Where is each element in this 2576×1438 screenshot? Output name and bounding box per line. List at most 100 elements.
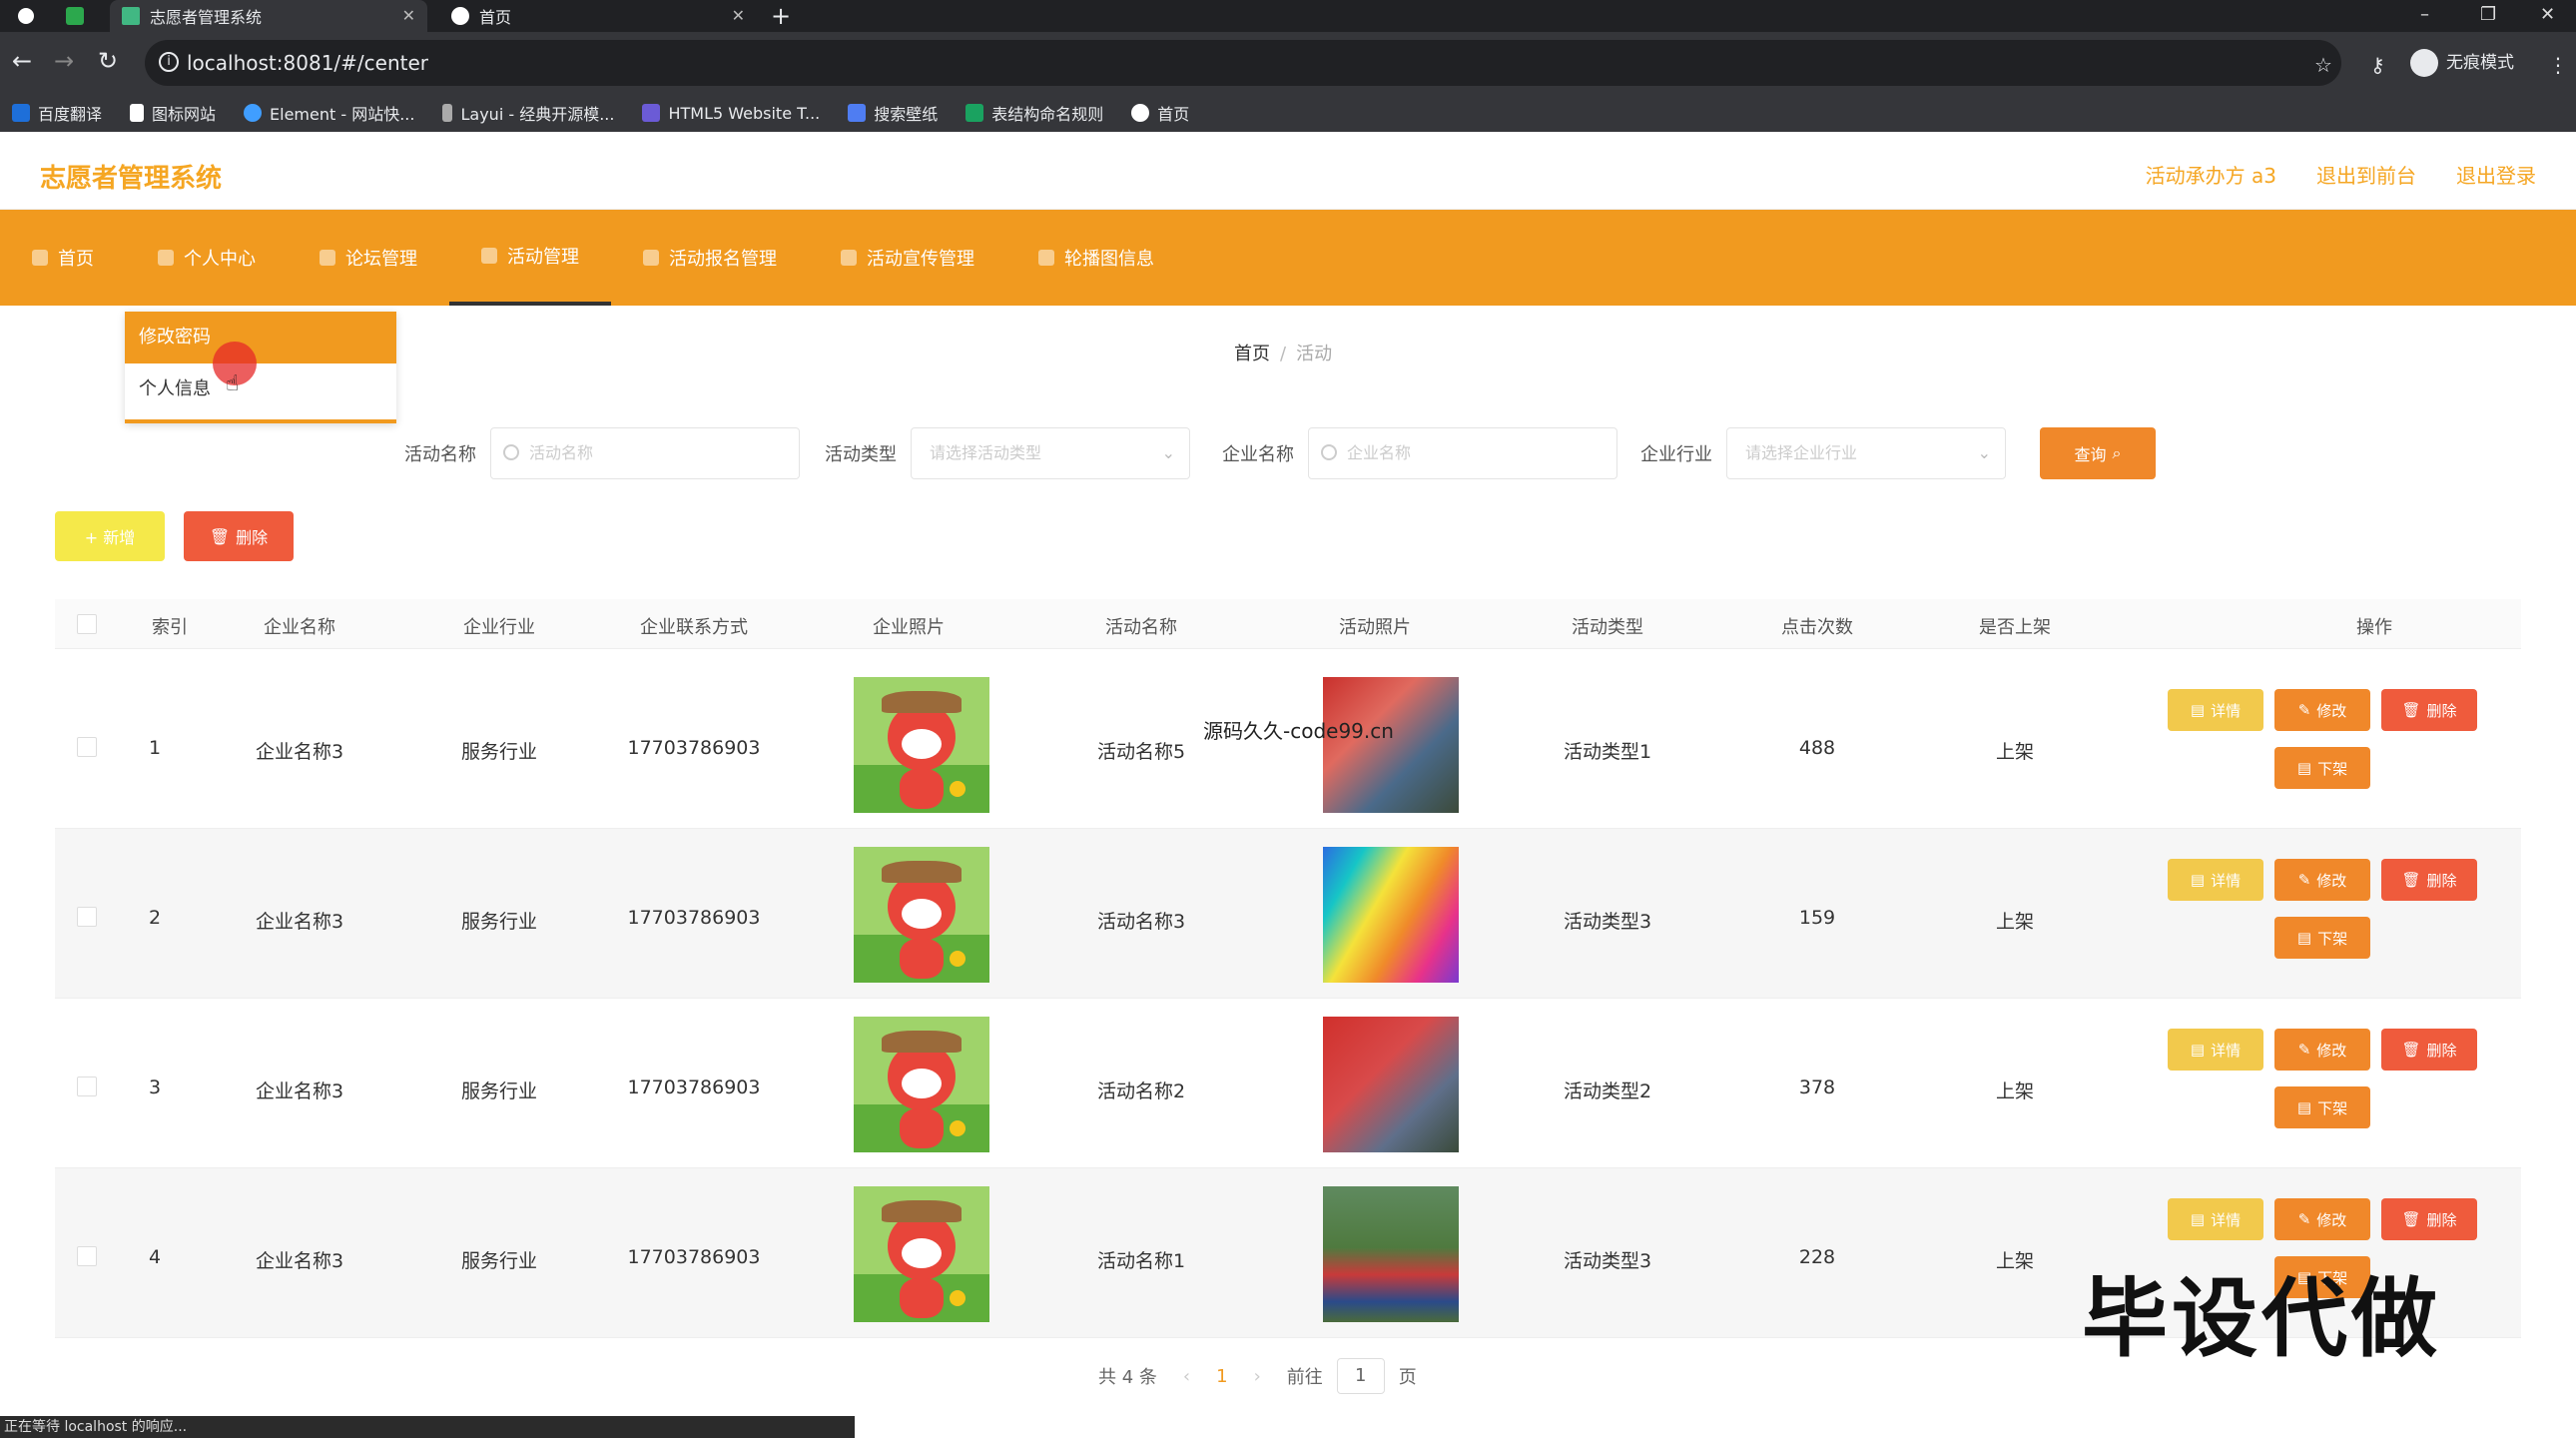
company-photo[interactable] <box>854 1186 989 1322</box>
delete-button[interactable]: 🗑 删除 <box>2381 689 2477 731</box>
activity-photo[interactable] <box>1323 1017 1459 1152</box>
new-tab-button[interactable]: + <box>771 0 791 32</box>
company-photo[interactable] <box>854 1017 989 1152</box>
close-tab-icon[interactable]: ✕ <box>732 6 745 25</box>
row-activity-type: 活动类型3 <box>1563 911 1652 933</box>
activity-type-select[interactable]: 请选择活动类型 ⌄ <box>911 427 1190 479</box>
edit-button[interactable]: ✎ 修改 <box>2274 859 2370 901</box>
select-all-checkbox[interactable] <box>77 614 97 634</box>
delete-button[interactable]: 🗑 删除 <box>2381 859 2477 901</box>
detail-button[interactable]: ▤ 详情 <box>2168 1029 2263 1071</box>
nav-item-home[interactable]: 首页 <box>0 210 126 306</box>
delete-button[interactable]: 🗑 删除 <box>2381 1198 2477 1240</box>
more-menu-icon[interactable]: ⋮ <box>2548 50 2568 80</box>
nav-item-forum[interactable]: 论坛管理 <box>288 210 449 306</box>
wallpaper-icon <box>848 104 867 122</box>
company-photo[interactable] <box>854 847 989 983</box>
star-icon[interactable]: ☆ <box>2314 50 2332 80</box>
company-industry-select[interactable]: 请选择企业行业 ⌄ <box>1726 427 2006 479</box>
nav-item-promotion[interactable]: 活动宣传管理 <box>809 210 1006 306</box>
chick-shape <box>950 951 966 967</box>
detail-button[interactable]: ▤ 详情 <box>2168 859 2263 901</box>
nav-item-activity[interactable]: 活动管理 <box>449 210 611 306</box>
close-window-icon[interactable]: ✕ <box>2540 0 2555 32</box>
bookmark-item[interactable]: HTML5 Website T... <box>642 104 820 123</box>
minimize-icon[interactable]: – <box>2420 0 2429 32</box>
row-checkbox[interactable] <box>77 907 97 927</box>
bookmark-item[interactable]: 搜索壁纸 <box>848 101 938 125</box>
unlist-button[interactable]: ▤ 下架 <box>2274 917 2370 959</box>
breadcrumb: 首页 / 活动 <box>1234 340 1332 365</box>
activity-photo[interactable] <box>1323 677 1459 813</box>
doc-icon: ▤ <box>2190 871 2206 889</box>
row-checkbox[interactable] <box>77 1077 97 1096</box>
row-listed: 上架 <box>1995 741 2034 763</box>
sheets-app-icon[interactable] <box>66 0 90 32</box>
translate-icon <box>12 104 30 122</box>
bookmark-item[interactable]: 表结构命名规则 <box>966 101 1103 125</box>
nav-item-profile-center[interactable]: 个人中心 <box>126 210 288 306</box>
activity-name-input[interactable]: 活动名称 <box>490 427 800 479</box>
detail-button[interactable]: ▤ 详情 <box>2168 689 2263 731</box>
edit-button[interactable]: ✎ 修改 <box>2274 689 2370 731</box>
browser-menu-icon[interactable] <box>18 0 42 32</box>
personal-info-item[interactable]: 个人信息 <box>125 363 396 415</box>
col-activity-type: 活动类型 <box>1572 617 1643 638</box>
current-user-link[interactable]: 活动承办方 a3 <box>2146 160 2276 189</box>
activity-photo[interactable] <box>1323 847 1459 983</box>
row-checkbox[interactable] <box>77 737 97 757</box>
registration-icon <box>643 250 659 266</box>
goto-label: 前往 <box>1286 1367 1323 1388</box>
breadcrumb-current: 活动 <box>1296 344 1333 364</box>
row-listed: 上架 <box>1995 1080 2034 1102</box>
nav-item-registration[interactable]: 活动报名管理 <box>611 210 809 306</box>
change-password-item[interactable]: 修改密码 <box>125 312 396 363</box>
back-to-front-link[interactable]: 退出到前台 <box>2316 160 2416 189</box>
reload-icon[interactable]: ↻ <box>98 46 118 76</box>
logout-link[interactable]: 退出登录 <box>2456 160 2536 189</box>
batch-delete-button[interactable]: 🗑 删除 <box>184 511 294 561</box>
search-activity-type: 活动类型 请选择活动类型 ⌄ <box>825 427 1190 479</box>
close-tab-icon[interactable]: ✕ <box>402 6 415 25</box>
detail-button[interactable]: ▤ 详情 <box>2168 1198 2263 1240</box>
row-company: 企业名称3 <box>255 1250 344 1272</box>
add-button[interactable]: + 新增 <box>55 511 165 561</box>
tab-home[interactable]: 首页 ✕ <box>439 0 757 32</box>
bookmark-item[interactable]: Element - 网站快... <box>244 101 414 125</box>
query-button[interactable]: 查询 ⌕ <box>2040 427 2156 479</box>
bookmark-item[interactable]: 首页 <box>1131 101 1189 125</box>
unlist-button[interactable]: ▤ 下架 <box>2274 1086 2370 1128</box>
activity-icon <box>481 248 497 264</box>
page-jump-input[interactable]: 1 <box>1336 1358 1385 1394</box>
edit-button[interactable]: ✎ 修改 <box>2274 1198 2370 1240</box>
breadcrumb-separator: / <box>1280 344 1287 364</box>
url-input[interactable]: i localhost:8081/#/center <box>145 40 2341 86</box>
row-checkbox[interactable] <box>77 1246 97 1266</box>
prev-page-icon[interactable]: ‹ <box>1183 1366 1190 1387</box>
company-photo[interactable] <box>854 677 989 813</box>
flag-icon <box>130 104 145 122</box>
info-icon[interactable]: i <box>159 52 179 72</box>
next-page-icon[interactable]: › <box>1254 1366 1261 1387</box>
row-company: 企业名称3 <box>255 911 344 933</box>
table-row: 1 企业名称3 服务行业 17703786903 活动名称5 活动类型1 488… <box>55 659 2521 829</box>
bookmark-item[interactable]: Layui - 经典开源模... <box>442 101 614 125</box>
activity-photo[interactable] <box>1323 1186 1459 1322</box>
back-icon[interactable]: ← <box>12 46 32 76</box>
breadcrumb-home[interactable]: 首页 <box>1234 344 1270 364</box>
delete-button[interactable]: 🗑 删除 <box>2381 1029 2477 1071</box>
bookmark-item[interactable]: 百度翻译 <box>12 101 102 125</box>
unlist-button[interactable]: ▤ 下架 <box>2274 747 2370 789</box>
forward-icon[interactable]: → <box>54 46 74 76</box>
company-name-input[interactable]: 企业名称 <box>1308 427 1617 479</box>
key-icon[interactable]: ⚷ <box>2370 50 2385 80</box>
edit-button[interactable]: ✎ 修改 <box>2274 1029 2370 1071</box>
bookmark-item[interactable]: 图标网站 <box>130 101 216 125</box>
incognito-badge[interactable]: 无痕模式 <box>2410 48 2514 78</box>
bookmarks-bar: 百度翻译 图标网站 Element - 网站快... Layui - 经典开源模… <box>0 94 2576 132</box>
row-index: 3 <box>148 1077 162 1098</box>
nav-item-carousel[interactable]: 轮播图信息 <box>1006 210 1186 306</box>
maximize-icon[interactable]: ❐ <box>2480 0 2496 32</box>
tab-volunteer-system[interactable]: 志愿者管理系统 ✕ <box>110 0 427 32</box>
page-number[interactable]: 1 <box>1216 1366 1227 1387</box>
